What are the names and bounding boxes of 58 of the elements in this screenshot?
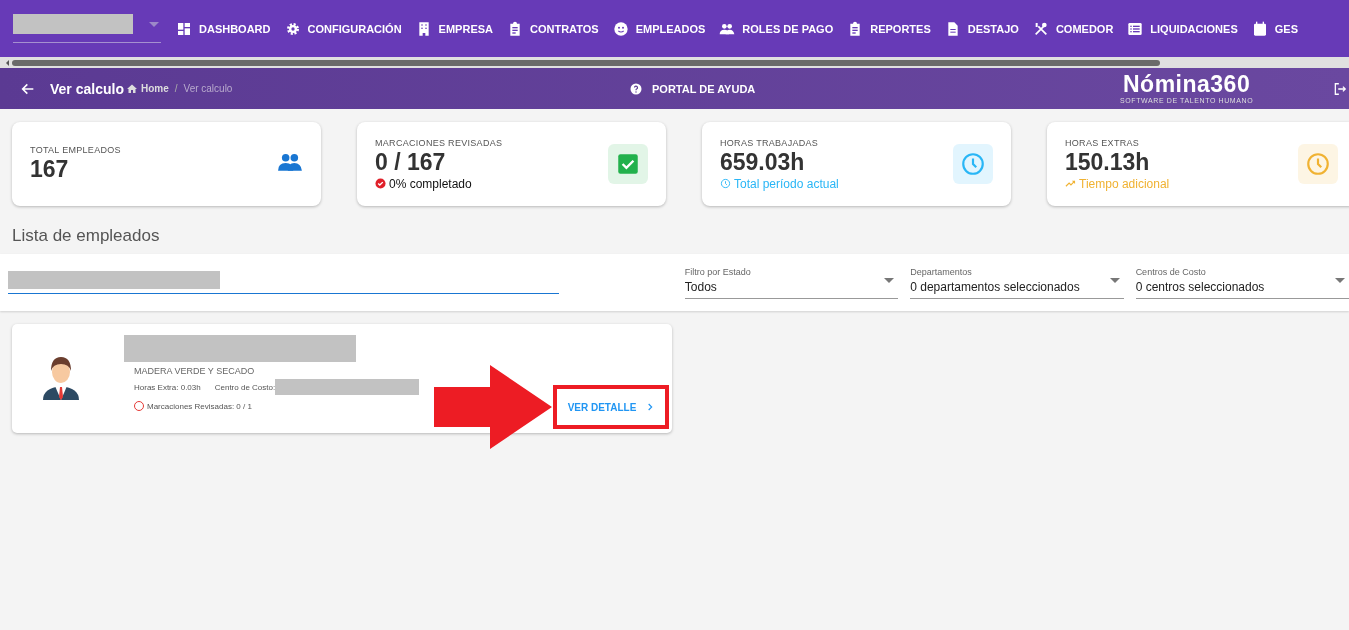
reviewed-count: Marcaciones Revisadas: 0 / 1 [147,401,252,411]
search-field[interactable] [8,271,559,294]
logout-button[interactable] [1333,81,1347,96]
help-portal-link[interactable]: PORTAL DE AYUDA [624,81,762,96]
section-title: Lista de empleados [12,226,161,246]
stat-label: HORAS EXTRAS [1065,137,1141,148]
nav-item[interactable]: REPORTES [840,20,938,37]
nav-item[interactable]: CONTRATOS [500,20,606,37]
stat-value: 0 / 167 [375,148,447,176]
logout-icon [1333,81,1347,96]
cost-center-label: Centro de Costo: [214,382,276,392]
stat-value: 167 [30,156,70,183]
stat-caption: Total período actual [734,176,839,191]
face-icon [612,20,629,37]
nav-item[interactable]: EMPRESA [408,20,500,37]
stat-caption: 0% completado [389,176,472,191]
stat-label: HORAS TRABAJADAS [720,137,820,148]
logo-wordmark: Nómina360 [1122,71,1252,97]
clock-icon [1305,151,1331,177]
calendar-icon [1251,20,1268,37]
chevron-right-icon [646,403,655,411]
nav-item[interactable]: GES [1244,20,1305,37]
filter-select[interactable]: Centros de Costo 0 centros seleccionados [1135,266,1349,299]
stat-label: MARCACIONES REVISADAS [375,137,504,148]
stat-value: 150.13h [1065,148,1151,176]
breadcrumb-current: Ver calculo [183,83,233,94]
stat-value: 659.03h [720,148,806,176]
nav-item[interactable]: COMEDOR [1025,20,1121,37]
page-title: Ver calculo [50,80,124,97]
home-icon [125,82,138,95]
nav-item[interactable]: LIQUIDACIONES [1120,20,1245,37]
company-select[interactable] [13,14,161,43]
nav-item[interactable]: DESTAJO [937,20,1026,37]
list-icon [1127,20,1144,37]
nav-item[interactable]: CONFIGURACIÓN [277,20,409,37]
nav-item[interactable]: DASHBOARD [169,20,278,37]
clock-icon [960,151,986,177]
stat-label: TOTAL EMPLEADOS [30,145,122,155]
check-circle-icon [375,178,386,189]
scrollbar-thumb[interactable] [12,59,1160,66]
avatar-drawing [42,354,80,402]
clock-icon [720,178,731,189]
help-icon [630,82,642,95]
breadcrumb-separator: / [174,83,178,94]
gear-icon [284,20,301,37]
checkbox-icon [615,151,641,177]
filter-select[interactable]: Filtro por Estado Todos [684,266,899,299]
filter-select[interactable]: Departamentos 0 departamentos seleccionados [910,266,1124,299]
clipboard-icon [507,20,523,37]
nav-item[interactable]: EMPLEADOS [605,20,713,37]
nav-item[interactable]: ROLES DE PAGO [712,20,841,37]
trend-icon [1065,178,1076,189]
grid-icon [176,20,192,37]
breadcrumb-link[interactable]: Home [125,82,169,95]
utensils-icon [1032,20,1049,37]
extra-hours: Horas Extra: 0.03h [134,382,201,392]
stat-caption: Tiempo adicional [1079,176,1170,191]
employee-department: MADERA VERDE Y SECADO [134,366,256,376]
